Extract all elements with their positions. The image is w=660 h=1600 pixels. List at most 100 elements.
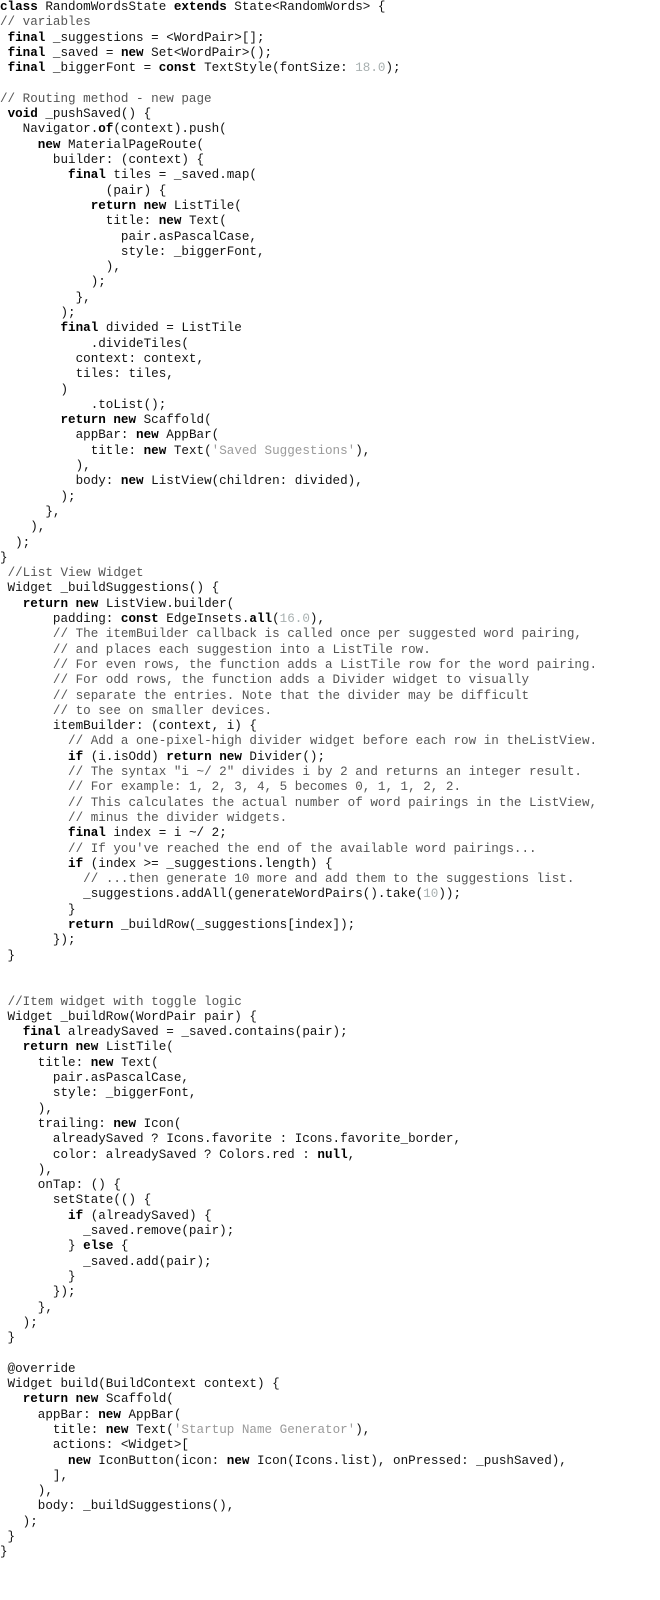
code-text: title: xyxy=(0,443,144,458)
code-text: title: xyxy=(0,1055,91,1070)
code-text: }); xyxy=(0,933,76,948)
code-text: ) xyxy=(0,382,69,397)
code-text: , xyxy=(347,1147,356,1162)
code-keyword: final xyxy=(7,45,46,60)
code-line: } xyxy=(0,1331,16,1346)
code-text: (alreadySaved) { xyxy=(83,1208,212,1223)
code-line: // For odd rows, the function adds a Div… xyxy=(0,673,529,688)
code-keyword: const xyxy=(158,61,197,76)
code-line: tiles: tiles, xyxy=(0,367,174,382)
code-text: } xyxy=(0,550,8,565)
code-keyword: return new xyxy=(22,1040,99,1055)
code-keyword: if xyxy=(68,749,84,764)
code-line: padding: const EdgeInsets.all(16.0), xyxy=(0,612,325,627)
code-text: padding: xyxy=(0,612,121,626)
code-line: // variables xyxy=(0,15,91,30)
code-comment: // If you've reached the end of the avai… xyxy=(68,841,537,856)
code-text: style: _biggerFont, xyxy=(0,1086,197,1101)
code-text: Text( xyxy=(128,1422,174,1437)
code-text: tiles: tiles, xyxy=(0,367,174,382)
code-keyword: new xyxy=(120,45,144,60)
code-line: ), xyxy=(0,260,121,275)
code-text: Widget build(BuildContext context) { xyxy=(0,1377,280,1391)
code-text: trailing: xyxy=(0,1116,114,1131)
code-line: // to see on smaller devices. xyxy=(0,704,272,719)
code-text: Text( xyxy=(166,443,212,458)
code-keyword: final xyxy=(68,826,106,841)
code-line: ), xyxy=(0,520,45,535)
code-keyword: return new xyxy=(22,596,99,611)
code-keyword: new xyxy=(143,443,167,458)
code-text: ), xyxy=(0,1162,53,1177)
code-text: actions: <Widget>[ xyxy=(0,1438,189,1453)
code-keyword: new xyxy=(158,214,182,229)
code-keyword: extends xyxy=(173,0,227,14)
code-keyword: new xyxy=(113,1116,137,1131)
code-line: // For example: 1, 2, 3, 4, 5 becomes 0,… xyxy=(0,780,461,795)
code-text: .divideTiles( xyxy=(0,336,189,351)
code-keyword: new xyxy=(98,1407,121,1422)
code-text: State<RandomWords> { xyxy=(226,0,386,14)
code-comment: // For odd rows, the function adds a Div… xyxy=(52,673,530,688)
code-text: Widget _buildSuggestions() { xyxy=(0,581,220,596)
code-text: builder: (context) { xyxy=(0,153,205,167)
code-text: index = i ~/ 2; xyxy=(105,826,227,841)
code-line: appBar: new AppBar( xyxy=(0,1407,182,1423)
code-line: ), xyxy=(0,1484,53,1499)
code-line: pair.asPascalCase, xyxy=(0,230,257,245)
code-line: class RandomWordsState extends State<Ran… xyxy=(0,0,385,15)
code-line: context: context, xyxy=(0,352,205,367)
code-string: 'Startup Name Generator' xyxy=(173,1422,356,1437)
code-text: ), xyxy=(355,443,371,458)
code-text: _pushSaved() { xyxy=(37,107,152,122)
code-line: //List View Widget xyxy=(0,566,144,581)
code-text: } xyxy=(0,902,76,917)
code-line: _suggestions.addAll(generateWordPairs().… xyxy=(0,887,461,902)
code-keyword: return new xyxy=(22,1392,99,1407)
code-line: ], xyxy=(0,1469,68,1484)
code-line: title: new Text( xyxy=(0,1056,159,1071)
code-line: // For even rows, the function adds a Li… xyxy=(0,658,597,673)
code-text: } xyxy=(0,1530,16,1544)
code-keyword: return new xyxy=(90,198,167,213)
code-line: } xyxy=(0,903,76,918)
code-keyword: return new xyxy=(60,413,137,428)
code-line: (pair) { xyxy=(0,184,166,199)
code-text: ( xyxy=(272,612,280,626)
code-keyword: final xyxy=(7,30,46,45)
code-text: (index >= _suggestions.length) { xyxy=(83,856,333,871)
code-line: pair.asPascalCase, xyxy=(0,1071,189,1086)
code-line: title: new Text( xyxy=(0,214,227,229)
code-line: ); xyxy=(0,1316,38,1331)
code-text: _saved = xyxy=(45,45,121,60)
code-text: )); xyxy=(438,887,462,902)
code-text: } xyxy=(0,1545,8,1560)
code-text: itemBuilder: (context, i) { xyxy=(0,719,257,734)
code-line: @override xyxy=(0,1362,76,1377)
code-text: body: xyxy=(0,474,121,489)
code-line: appBar: new AppBar( xyxy=(0,428,220,443)
code-text: ), xyxy=(0,260,121,275)
code-keyword: final xyxy=(22,1025,61,1040)
code-line: builder: (context) { xyxy=(0,153,204,168)
code-text: body: _buildSuggestions(), xyxy=(0,1499,235,1514)
code-text: Navigator. xyxy=(0,122,99,137)
code-text: ); xyxy=(0,489,76,504)
code-text: IconButton(icon: xyxy=(90,1453,227,1468)
code-view: class RandomWordsState extends State<Ran… xyxy=(0,0,660,1600)
code-line: // The itemBuilder callback is called on… xyxy=(0,627,582,642)
code-line: ), xyxy=(0,459,91,474)
code-text: RandomWordsState xyxy=(37,0,174,14)
code-line: final _biggerFont = const TextStyle(font… xyxy=(0,61,401,76)
code-line: //Item widget with toggle logic xyxy=(0,995,242,1010)
